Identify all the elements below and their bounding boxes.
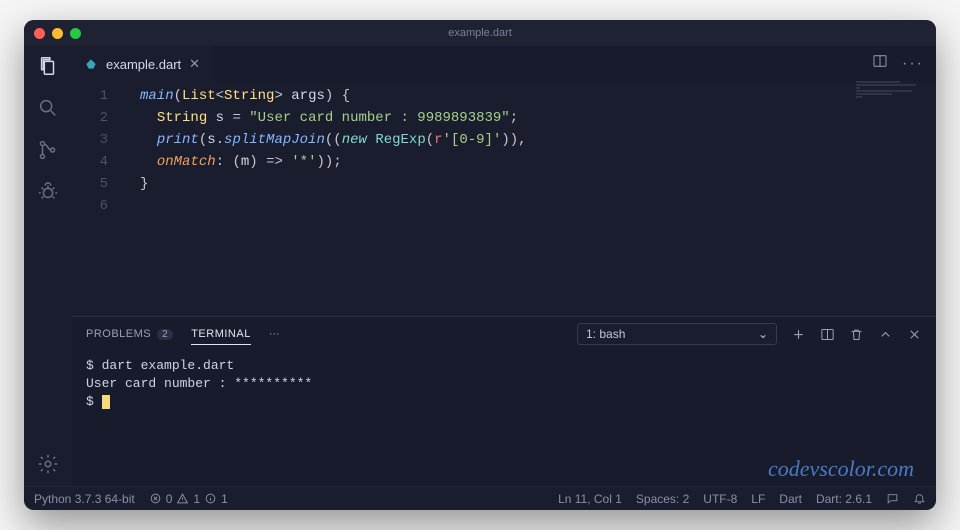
status-indent[interactable]: Spaces: 2 <box>636 492 689 506</box>
code-editor[interactable]: 1 2 3 4 5 6 main(List<String> args) { St… <box>72 81 936 316</box>
bell-icon[interactable] <box>913 492 926 505</box>
status-bar: Python 3.7.3 64-bit 0 1 1 Ln 11, Col 1 S… <box>24 486 936 510</box>
chevron-up-icon[interactable] <box>878 327 893 342</box>
panel-more-icon[interactable]: ··· <box>269 328 280 340</box>
debug-icon[interactable] <box>36 180 60 204</box>
code-content: main(List<String> args) { String s = "Us… <box>124 85 936 316</box>
problems-badge: 2 <box>157 329 173 340</box>
status-python[interactable]: Python 3.7.3 64-bit <box>34 492 135 506</box>
main-area: example.dart ✕ ··· 1 2 3 4 5 6 <box>72 46 936 486</box>
more-actions-icon[interactable]: ··· <box>902 55 924 73</box>
tab-example-dart[interactable]: example.dart ✕ <box>72 46 212 81</box>
feedback-icon[interactable] <box>886 492 899 505</box>
status-eol[interactable]: LF <box>751 492 765 506</box>
close-panel-icon[interactable] <box>907 327 922 342</box>
traffic-lights <box>34 28 81 39</box>
editor-window: example.dart examp <box>24 20 936 510</box>
line-gutter: 1 2 3 4 5 6 <box>72 85 124 316</box>
terminal-cursor <box>102 395 110 409</box>
tab-terminal[interactable]: TERMINAL <box>191 328 251 345</box>
new-terminal-icon[interactable] <box>791 327 806 342</box>
tab-problems[interactable]: PROBLEMS 2 <box>86 328 173 340</box>
tab-label: example.dart <box>106 57 181 72</box>
tab-bar: example.dart ✕ ··· <box>72 46 936 81</box>
split-terminal-icon[interactable] <box>820 327 835 342</box>
explorer-icon[interactable] <box>36 54 60 78</box>
status-language[interactable]: Dart <box>779 492 802 506</box>
source-control-icon[interactable] <box>36 138 60 162</box>
settings-gear-icon[interactable] <box>36 452 60 476</box>
panel-tabs: PROBLEMS 2 TERMINAL ··· 1: bash ⌄ <box>72 317 936 351</box>
activity-bar <box>24 46 72 486</box>
split-editor-icon[interactable] <box>872 53 888 74</box>
info-circle-icon <box>204 492 217 505</box>
workbench: example.dart ✕ ··· 1 2 3 4 5 6 <box>24 46 936 486</box>
terminal-output[interactable]: $ dart example.dartUser card number : **… <box>72 351 936 486</box>
window-title: example.dart <box>448 27 512 39</box>
error-circle-icon <box>149 492 162 505</box>
status-dart-sdk[interactable]: Dart: 2.6.1 <box>816 492 872 506</box>
status-cursor-pos[interactable]: Ln 11, Col 1 <box>558 492 622 506</box>
trash-icon[interactable] <box>849 327 864 342</box>
status-diagnostics[interactable]: 0 1 1 <box>149 492 228 506</box>
tab-close-icon[interactable]: ✕ <box>189 56 200 72</box>
terminal-select[interactable]: 1: bash ⌄ <box>577 323 777 345</box>
dart-file-icon <box>84 57 98 71</box>
close-window-icon[interactable] <box>34 28 45 39</box>
maximize-window-icon[interactable] <box>70 28 81 39</box>
titlebar: example.dart <box>24 20 936 46</box>
minimize-window-icon[interactable] <box>52 28 63 39</box>
minimap[interactable] <box>856 81 936 316</box>
status-encoding[interactable]: UTF-8 <box>703 492 737 506</box>
search-icon[interactable] <box>36 96 60 120</box>
bottom-panel: PROBLEMS 2 TERMINAL ··· 1: bash ⌄ <box>72 316 936 486</box>
warning-triangle-icon <box>176 492 189 505</box>
chevron-down-icon: ⌄ <box>758 327 768 341</box>
